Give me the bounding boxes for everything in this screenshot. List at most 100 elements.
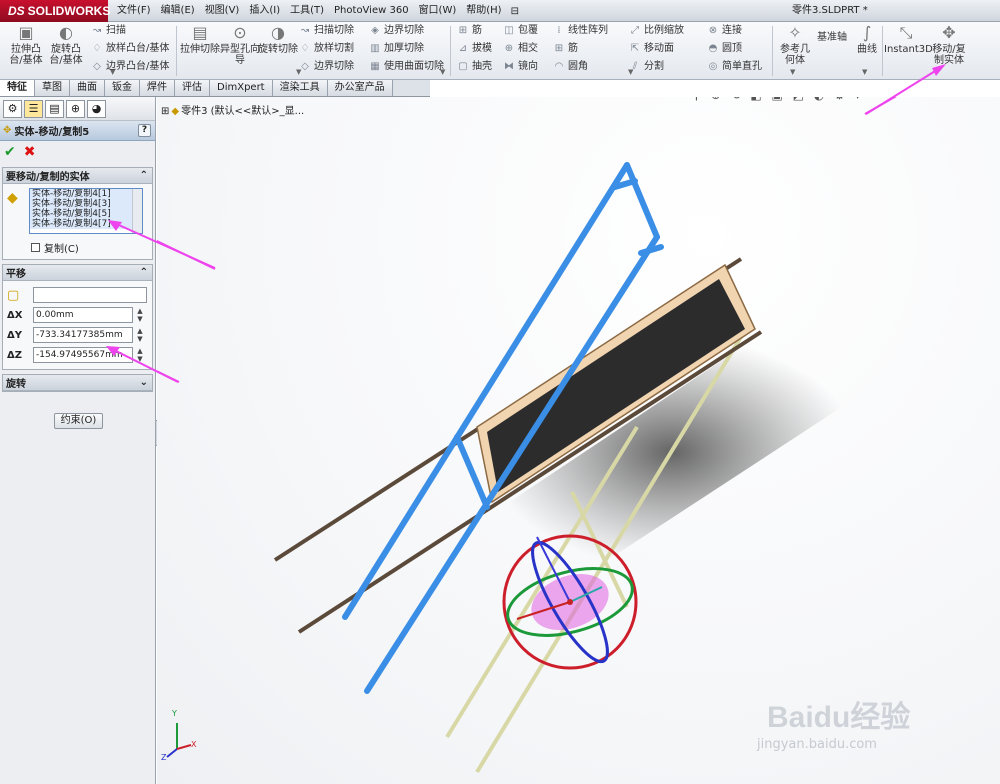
curves-button[interactable]: ∫ 曲线 <box>852 24 882 56</box>
menu-tools[interactable]: 工具(T) <box>285 0 329 22</box>
watermark-logo: Baidu经验 <box>767 701 911 734</box>
feature-manager-icon[interactable]: ⚙ <box>3 99 22 118</box>
linear-pattern-button[interactable]: ⁞ 线性阵列 <box>552 23 608 39</box>
dropdown-arrow-icon[interactable]: ▼ <box>862 68 867 76</box>
menu-photoview[interactable]: PhotoView 360 <box>329 0 414 22</box>
surface-cut-button[interactable]: ▦ 使用曲面切除 <box>368 59 444 75</box>
instant3d-button[interactable]: ⤡ Instant3D <box>884 24 933 56</box>
tab-features[interactable]: 特征 <box>0 80 35 96</box>
lofted-cut-button[interactable]: ♢ 放样切割 <box>298 41 354 57</box>
command-manager: ▣ 拉伸凸台/基体 ◐ 旋转凸台/基体 ↝ 扫描 ♢ 放样凸台/基体 ◇ 边界凸台/基体 … <box>0 22 1000 80</box>
collapse-chevron-icon[interactable]: ⌃ <box>140 170 148 181</box>
dropdown-arrow-icon[interactable]: ▼ <box>790 68 795 76</box>
hole-wizard-button[interactable]: ⊙ 异型孔向导 <box>220 24 260 67</box>
dropdown-arrow-icon[interactable]: ▼ <box>440 68 445 76</box>
fillet-button[interactable]: ◠ 圆角 <box>552 59 588 75</box>
rib2-button[interactable]: ⊞ 筋 <box>552 41 578 57</box>
rib-icon: ⊞ <box>458 25 468 36</box>
boundary-cut2-button[interactable]: ◈ 边界切除 <box>368 23 424 39</box>
bodies-list[interactable]: 实体-移动/复制4[1] 实体-移动/复制4[3] 实体-移动/复制4[5] 实… <box>29 188 143 234</box>
join-button[interactable]: ⊗ 连接 <box>706 23 742 39</box>
menu-insert[interactable]: 插入(I) <box>244 0 285 22</box>
expand-tree-icon[interactable]: ⊞ <box>161 106 169 117</box>
ok-check-icon[interactable]: ✔ <box>4 144 16 160</box>
boss-extrude-button[interactable]: ▣ 拉伸凸台/基体 <box>6 23 46 67</box>
boundary-icon: ◇ <box>93 61 101 72</box>
display-manager-icon[interactable]: ◕ <box>87 99 106 118</box>
pin-icon[interactable]: ⊟ <box>507 6 523 17</box>
list-item[interactable]: 实体-移动/复制4[5] <box>30 209 142 219</box>
checkbox-box[interactable] <box>31 243 40 252</box>
list-scrollbar[interactable] <box>132 189 142 233</box>
menu-window[interactable]: 窗口(W) <box>414 0 462 22</box>
axis-button[interactable]: 基准轴 <box>814 32 850 43</box>
ok-cancel-row: ✔ ✖ <box>0 141 155 163</box>
list-item[interactable]: 实体-移动/复制4[1] <box>30 189 142 199</box>
tab-surfaces[interactable]: 曲面 <box>70 80 105 96</box>
tab-dimxpert[interactable]: DimXpert <box>210 80 273 96</box>
revolve-cut-button[interactable]: ◑ 旋转切除 <box>258 23 298 56</box>
list-item[interactable]: 实体-移动/复制4[7] <box>30 219 142 229</box>
property-manager-icon[interactable]: ☰ <box>24 99 43 118</box>
expand-chevron-icon[interactable]: ⌄ <box>140 377 148 388</box>
help-icon[interactable]: ? <box>138 124 151 137</box>
solidworks-logo[interactable]: DS SOLIDWORKS <box>0 0 110 22</box>
config-manager-icon[interactable]: ▤ <box>45 99 64 118</box>
menu-view[interactable]: 视图(V) <box>200 0 245 22</box>
delta-z-input[interactable]: -154.97495567mm <box>33 347 133 363</box>
revolve-cut-icon: ◑ <box>271 23 285 42</box>
collapse-chevron-icon[interactable]: ⌃ <box>140 267 148 278</box>
swept-cut-button[interactable]: ↝ 扫描切除 <box>298 23 354 39</box>
copy-checkbox[interactable]: 复制(C) <box>7 240 148 255</box>
menu-help[interactable]: 帮助(H) <box>461 0 506 22</box>
tab-evaluate[interactable]: 评估 <box>175 80 210 96</box>
loft-button[interactable]: ♢ 放样凸台/基体 <box>90 41 170 57</box>
boundary-boss-button[interactable]: ◇ 边界凸台/基体 <box>90 59 169 75</box>
draft-button[interactable]: ⊿ 拔模 <box>456 41 492 57</box>
constraints-button[interactable]: 约束(O) <box>54 413 103 429</box>
dropdown-arrow-icon[interactable]: ▼ <box>110 68 115 76</box>
delta-y-input[interactable]: -733.34177385mm <box>33 327 133 343</box>
cancel-x-icon[interactable]: ✖ <box>24 144 36 160</box>
rotate-group-header[interactable]: 旋转 ⌄ <box>3 375 152 391</box>
feature-tree-flyout[interactable]: ⊞ ◆ 零件3 (默认<<默认>_显... <box>161 102 304 117</box>
heads-up-view-toolbar[interactable]: ⚲ ⊕ ⟲ ◧ ▣ ◩ ◐ ⚙ ▾ <box>692 97 864 102</box>
delta-x-input[interactable]: 0.00mm <box>33 307 133 323</box>
move-face-button[interactable]: ⇱ 移动面 <box>628 41 674 57</box>
simple-hole-button[interactable]: ◎ 简单直孔 <box>706 59 762 75</box>
mirror-button[interactable]: ⧓ 镜向 <box>502 59 538 75</box>
scale-button[interactable]: ⤢ 比例缩放 <box>628 23 684 39</box>
revolve-boss-button[interactable]: ◐ 旋转凸台/基体 <box>46 24 86 67</box>
tab-render-tools[interactable]: 渲染工具 <box>272 80 328 96</box>
dropdown-arrow-icon[interactable]: ▼ <box>628 68 633 76</box>
dome-button[interactable]: ◓ 圆顶 <box>706 41 742 57</box>
ref-geometry-button[interactable]: ✧ 参考几何体 <box>776 24 814 67</box>
rib-button[interactable]: ⊞ 筋 <box>456 23 482 39</box>
intersect-button[interactable]: ⊕ 相交 <box>502 41 538 57</box>
graphics-area[interactable]: ⊞◆零件3 (默认<<默认>_显... ⚲ ⊕ ⟲ ◧ ▣ ◩ ◐ ⚙ ▾ Y … <box>157 97 1000 784</box>
translate-group-header[interactable]: 平移 ⌃ <box>3 265 152 281</box>
extrude-icon: ▣ <box>18 23 34 42</box>
list-item[interactable]: 实体-移动/复制4[3] <box>30 199 142 209</box>
thicken-cut-button[interactable]: ▥ 加厚切除 <box>368 41 424 57</box>
tab-weldments[interactable]: 焊件 <box>140 80 175 96</box>
delta-z-spinner[interactable]: ▲ ▼ <box>135 347 145 363</box>
tab-sheet-metal[interactable]: 钣金 <box>105 80 140 96</box>
menu-file[interactable]: 文件(F) <box>112 0 156 22</box>
translate-reference-field[interactable] <box>33 287 147 303</box>
cut-extrude-button[interactable]: ▤ 拉伸切除 <box>180 24 220 56</box>
bodies-group-header[interactable]: 要移动/复制的实体 ⌃ <box>3 168 152 184</box>
menu-edit[interactable]: 编辑(E) <box>156 0 200 22</box>
split-button[interactable]: ⫽ 分割 <box>628 59 664 75</box>
tab-office-products[interactable]: 办公室产品 <box>327 80 393 96</box>
shell-button[interactable]: ▢ 抽壳 <box>456 59 492 75</box>
tab-sketch[interactable]: 草图 <box>35 80 70 96</box>
dropdown-arrow-icon[interactable]: ▼ <box>296 68 301 76</box>
boundary-cut-button[interactable]: ◇ 边界切除 <box>298 59 354 75</box>
move-copy-body-button[interactable]: ✥ 移动/复制实体 <box>928 24 970 67</box>
delta-y-spinner[interactable]: ▲ ▼ <box>135 327 145 343</box>
sweep-button[interactable]: ↝ 扫描 <box>90 23 126 39</box>
dimxpert-manager-icon[interactable]: ⊕ <box>66 99 85 118</box>
wrap-button[interactable]: ◫ 包覆 <box>502 23 538 39</box>
delta-x-spinner[interactable]: ▲ ▼ <box>135 307 145 323</box>
